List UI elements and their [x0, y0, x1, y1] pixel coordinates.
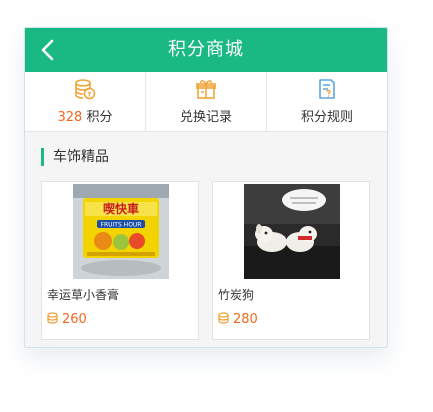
coin-icon: [218, 312, 229, 324]
product-image-charcoal-dog: [244, 184, 340, 279]
points-unit: 积分: [86, 110, 113, 125]
product-name: 幸运草小香膏: [47, 288, 120, 302]
points-tabs: 328 积分 兑换记录 积分规则: [25, 72, 387, 132]
points-value: 328: [57, 110, 83, 125]
exchange-records-label: 兑换记录: [179, 110, 232, 125]
coin-stack-icon: [75, 79, 96, 100]
tab-points-rules[interactable]: 积分规则: [266, 72, 387, 131]
points-rules-label: 积分规则: [300, 110, 353, 125]
tab-my-points[interactable]: 328 积分: [25, 72, 145, 131]
price-value: 280: [233, 312, 258, 327]
price-value: 260: [62, 312, 87, 327]
product-price: 280: [218, 312, 258, 327]
product-name: 竹炭狗: [218, 288, 255, 302]
app-header: 积分商城: [25, 28, 387, 72]
product-brand-text: 喫快車: [103, 201, 139, 216]
gift-icon: [196, 80, 216, 99]
product-image-air-freshener: 喫快車 FRUITS HOUR: [73, 184, 169, 279]
product-price: 260: [47, 312, 87, 327]
points-tab-label: 328 积分: [25, 106, 145, 125]
tab-exchange-records[interactable]: 兑换记录: [145, 72, 266, 131]
product-sub-text: FRUITS HOUR: [101, 222, 142, 229]
product-card[interactable]: 喫快車 FRUITS HOUR 幸运草小香膏 260: [41, 181, 199, 340]
section-title: 车饰精品: [41, 148, 109, 166]
page-title: 积分商城: [168, 39, 244, 60]
points-mall-card: 积分商城 328 积分 兑换记录 积分规则 车饰精品 喫快車 FRUITS HO…: [24, 27, 388, 348]
product-card[interactable]: 竹炭狗 280: [212, 181, 370, 340]
coin-icon: [47, 312, 58, 324]
rules-document-icon: [319, 79, 335, 99]
